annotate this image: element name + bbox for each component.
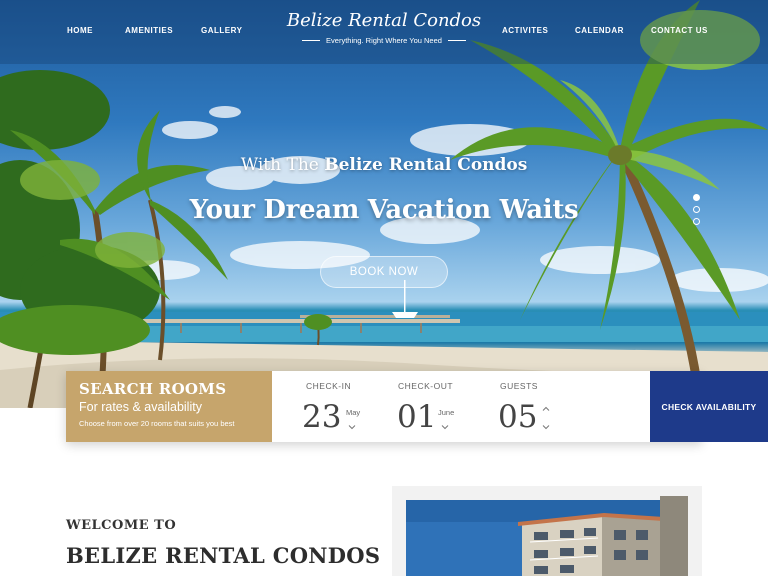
- guests-count: 05: [498, 399, 538, 435]
- checkout-chevron-down-icon[interactable]: [441, 423, 449, 431]
- nav-gallery[interactable]: GALLERY: [201, 26, 242, 35]
- search-rooms-subtitle: For rates & availability: [79, 400, 202, 414]
- brand-logo[interactable]: Belize Rental Condos Everything. Right W…: [284, 10, 484, 45]
- slider-dot-1[interactable]: [693, 194, 700, 201]
- book-now-button[interactable]: BOOK NOW: [320, 256, 448, 288]
- nav-home[interactable]: HOME: [67, 26, 93, 35]
- check-availability-button[interactable]: CHECK AVAILABILITY: [650, 371, 768, 442]
- welcome-heading: BELIZE RENTAL CONDOS: [66, 543, 381, 568]
- brand-title: Belize Rental Condos: [286, 10, 482, 31]
- search-rooms-title: SEARCH ROOMS: [79, 380, 227, 398]
- checkout-label: CHECK-OUT: [398, 381, 454, 391]
- checkout-month: June: [438, 408, 455, 417]
- search-rooms-description: Choose from over 20 rooms that suits you…: [79, 419, 235, 428]
- guests-increment-chevron-up-icon[interactable]: [542, 405, 550, 413]
- welcome-kicker: WELCOME TO: [66, 518, 177, 533]
- guests-field[interactable]: GUESTS 05: [476, 371, 584, 442]
- condo-building-illustration: [392, 486, 702, 576]
- nav-amenities[interactable]: AMENITIES: [125, 26, 173, 35]
- brand-tagline: Everything. Right Where You Need: [284, 36, 484, 45]
- checkin-field[interactable]: CHECK-IN 23 May: [272, 371, 374, 442]
- tagline-rule-left: [302, 40, 321, 41]
- checkin-chevron-down-icon[interactable]: [348, 423, 356, 431]
- brand-tagline-text: Everything. Right Where You Need: [326, 36, 442, 45]
- checkin-label: CHECK-IN: [306, 381, 352, 391]
- slider-dots: [693, 194, 703, 230]
- guests-label: GUESTS: [500, 381, 538, 391]
- hero-title: Your Dream Vacation Waits: [189, 195, 579, 225]
- condo-building-photo: [392, 486, 702, 576]
- hero-subtitle-brand: Belize Rental Condos: [324, 155, 528, 175]
- nav-calendar[interactable]: CALENDAR: [575, 26, 624, 35]
- hero-subtitle: With The Belize Rental Condos: [184, 155, 584, 175]
- slider-dot-2[interactable]: [693, 206, 700, 213]
- hero-subtitle-prefix: With The: [240, 155, 319, 175]
- nav-activities[interactable]: ACTIVITES: [502, 26, 548, 35]
- tagline-rule-right: [447, 40, 466, 41]
- guests-decrement-chevron-down-icon[interactable]: [542, 423, 550, 431]
- room-search-bar: SEARCH ROOMS For rates & availability Ch…: [66, 371, 768, 442]
- checkin-day: 23: [302, 399, 342, 435]
- checkout-day: 01: [397, 399, 437, 435]
- slider-dot-3[interactable]: [693, 218, 700, 225]
- checkout-field[interactable]: CHECK-OUT 01 June: [374, 371, 476, 442]
- checkin-month: May: [346, 408, 361, 417]
- search-rooms-panel: SEARCH ROOMS For rates & availability Ch…: [66, 371, 272, 442]
- nav-contact[interactable]: CONTACT US: [651, 26, 708, 35]
